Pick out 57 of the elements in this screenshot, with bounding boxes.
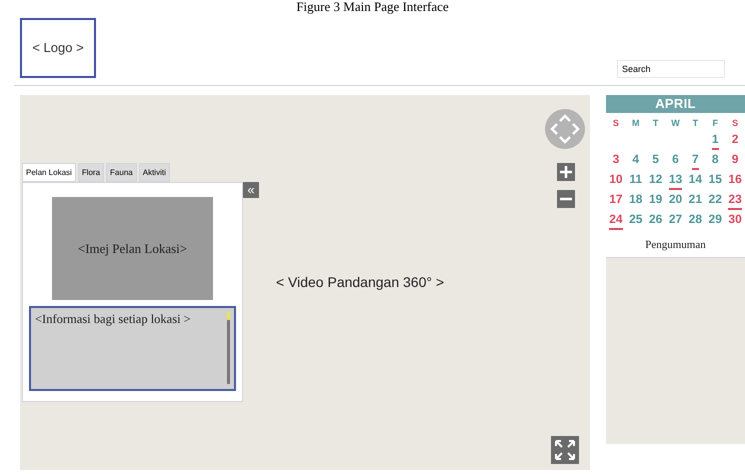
figure-caption: Figure 3 Main Page Interface: [296, 0, 449, 14]
panel-tab[interactable]: Flora: [78, 163, 104, 182]
panel-tab[interactable]: Pelan Lokasi: [22, 163, 76, 182]
info-text: <Informasi bagi setiap lokasi >: [35, 312, 191, 328]
weekday-label: S: [731, 117, 740, 130]
calendar-day[interactable]: 29: [708, 210, 722, 230]
calendar-day[interactable]: 16: [728, 170, 742, 190]
plan-image-label: <Imej Pelan Lokasi>: [78, 240, 188, 258]
fullscreen-button[interactable]: [551, 436, 579, 464]
announcements-title: Pengumuman: [645, 238, 706, 254]
calendar-day[interactable]: 3: [612, 150, 620, 170]
calendar-day[interactable]: 11: [629, 170, 642, 190]
calendar-day[interactable]: 2: [732, 130, 738, 150]
weekday-label: M: [631, 117, 641, 130]
calendar-day[interactable]: 18: [629, 190, 642, 210]
scrollbar[interactable]: [227, 312, 230, 384]
calendar-day[interactable]: 19: [648, 190, 662, 210]
weekday-label: W: [670, 117, 681, 130]
zoom-in-button[interactable]: [557, 163, 575, 181]
zoom-out-button[interactable]: [557, 190, 575, 208]
panel-tab[interactable]: Fauna: [106, 163, 137, 182]
calendar-day[interactable]: 7: [692, 150, 699, 170]
weekday-label: T: [692, 117, 700, 130]
weekday-label: F: [711, 117, 719, 130]
direction-arrows-icon: [550, 114, 580, 144]
logo-label: < Logo >: [32, 39, 84, 58]
calendar-day[interactable]: 10: [609, 170, 623, 190]
expand-icon: [554, 439, 576, 461]
calendar-day[interactable]: 23: [728, 190, 742, 210]
calendar-header: APRIL: [606, 95, 745, 113]
calendar-day[interactable]: 4: [632, 150, 640, 170]
calendar-day[interactable]: 22: [708, 190, 722, 210]
weekday-label: T: [652, 117, 660, 130]
collapse-button[interactable]: «: [243, 182, 259, 198]
calendar-day[interactable]: 27: [668, 210, 682, 230]
calendar-day[interactable]: 5: [652, 150, 659, 170]
video-label: < Video Pandangan 360° >: [276, 273, 444, 292]
panel-tab[interactable]: Aktiviti: [138, 163, 170, 182]
calendar-day[interactable]: 13: [668, 170, 682, 190]
calendar-day[interactable]: 1: [712, 130, 719, 150]
calendar-day[interactable]: 12: [648, 170, 662, 190]
calendar-day[interactable]: 6: [672, 150, 679, 170]
calendar-day[interactable]: 24: [609, 210, 623, 230]
calendar-day[interactable]: 30: [728, 210, 742, 230]
calendar-day[interactable]: 26: [648, 210, 662, 230]
calendar-day[interactable]: 14: [688, 170, 702, 190]
calendar-day[interactable]: 17: [609, 190, 623, 210]
calendar-day[interactable]: 21: [688, 190, 702, 210]
calendar-day[interactable]: 8: [712, 150, 719, 170]
calendar-day[interactable]: 20: [668, 190, 682, 210]
calendar-day[interactable]: 28: [688, 210, 702, 230]
calendar-day[interactable]: 9: [732, 150, 738, 170]
plus-icon: [560, 166, 572, 178]
search-field[interactable]: Search: [617, 60, 725, 78]
weekday-label: S: [612, 117, 620, 130]
calendar-day[interactable]: 25: [629, 210, 642, 230]
calendar-day[interactable]: 15: [708, 170, 722, 190]
